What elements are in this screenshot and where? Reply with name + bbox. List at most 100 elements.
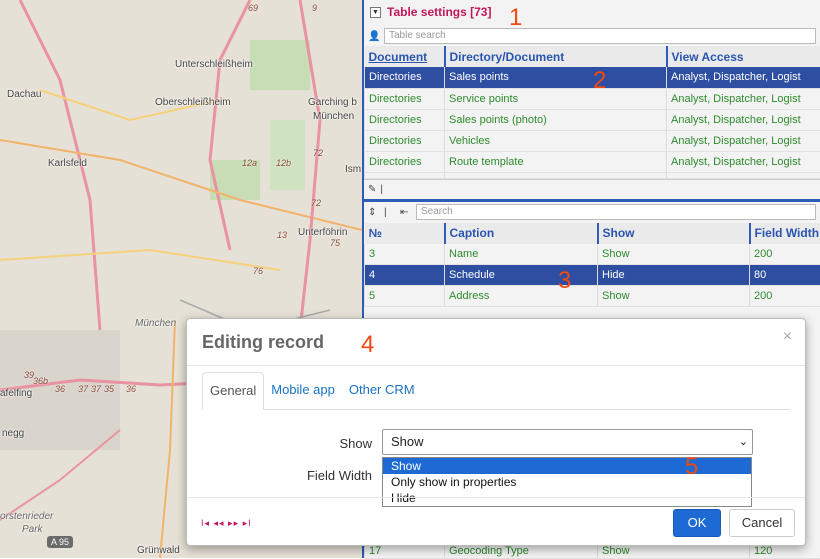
sort-icon[interactable]: ⇕ [368, 207, 380, 218]
map-label: negg [2, 428, 24, 439]
map-label: Karlsfeld [48, 158, 87, 169]
table-cell: Directories [365, 67, 445, 88]
callout-number: 1 [509, 4, 522, 32]
option-item[interactable]: Hide [383, 490, 751, 506]
callout-number: 2 [593, 67, 606, 95]
table-cell: Directories [365, 151, 445, 172]
fields-table: № Caption Show Field Width 3 Name Show 2… [364, 223, 820, 308]
road-number: 36b [33, 376, 48, 386]
toolbar-divider: | [380, 184, 383, 195]
dialog-title: Editing record [202, 332, 324, 353]
column-header[interactable]: View Access [667, 46, 820, 67]
table-cell: Hide [598, 265, 750, 286]
close-icon[interactable]: × [783, 328, 792, 346]
documents-table: Document Directory/Document View Access … [364, 46, 820, 179]
road-number: 76 [253, 266, 263, 276]
table-cell: Geocoding Type [445, 544, 598, 558]
table-row[interactable] [365, 172, 820, 178]
table-cell: 17 [365, 544, 445, 558]
table-cell: 4 [365, 265, 445, 286]
divider [187, 365, 805, 366]
road-number: 36 [126, 384, 136, 394]
road-number: 75 [330, 238, 340, 248]
panel-title: Table settings [73] [387, 5, 491, 19]
table-settings-header: ▼ Table settings [73] [364, 0, 820, 24]
table-cell: Analyst, Dispatcher, Logist [667, 67, 820, 88]
map-label: Oberschleißheim [155, 97, 231, 108]
map-label: Garching b [308, 97, 357, 108]
table-cell: Service points [445, 88, 667, 109]
map-label: Grünwald [137, 545, 180, 556]
road-number: 12b [276, 158, 291, 168]
road-number: 12a [242, 158, 257, 168]
table-cell: Schedule [445, 265, 598, 286]
tab-other-crm[interactable]: Other CRM [342, 372, 422, 409]
table-cell: Address [445, 286, 598, 307]
road-number: 37 [91, 384, 101, 394]
table-cell: Vehicles [445, 130, 667, 151]
select-value: Show [391, 434, 424, 449]
field-width-label: Field Width [292, 468, 372, 483]
callout-number: 3 [558, 267, 571, 295]
table-cell: 5 [365, 286, 445, 307]
table-row[interactable]: Directories Vehicles Analyst, Dispatcher… [365, 130, 820, 151]
map-label: Ism [345, 164, 361, 175]
fields-search-input[interactable]: Search [416, 204, 816, 220]
cancel-button[interactable]: Cancel [729, 509, 795, 537]
table-cell: Directories [365, 109, 445, 130]
tab-general[interactable]: General [202, 372, 264, 410]
documents-toolbar: ✎| [364, 179, 820, 199]
table-row[interactable]: 4 Schedule Hide 80 [365, 265, 820, 286]
column-header[interactable]: Directory/Document [445, 46, 667, 67]
table-row[interactable]: Directories Sales points (photo) Analyst… [365, 109, 820, 130]
road-number: 13 [277, 230, 287, 240]
callout-number: 5 [685, 453, 698, 481]
tab-mobile-app[interactable]: Mobile app [264, 372, 342, 409]
map-label: München [313, 111, 354, 122]
table-row[interactable]: Directories Route template Analyst, Disp… [365, 151, 820, 172]
map-label: afelfing [0, 388, 32, 399]
table-cell: Show [598, 544, 750, 558]
road-number: 9 [312, 3, 317, 13]
table-row[interactable]: 17 Geocoding Type Show 120 [365, 544, 820, 558]
toolbar-divider: | [384, 207, 396, 218]
highway-shield: A 95 [47, 536, 73, 548]
road-number: 69 [248, 3, 258, 13]
fields-search-row: ⇕ | ⇤ Search [364, 202, 820, 223]
table-cell: Directories [365, 130, 445, 151]
user-filter-icon[interactable]: 👤 [368, 31, 380, 42]
road-number: 35 [104, 384, 114, 394]
map-label: orstenrieder [0, 511, 53, 522]
map-label: Park [22, 524, 43, 535]
first-page-icon[interactable]: ⇤ [400, 207, 412, 218]
table-cell: Sales points (photo) [445, 109, 667, 130]
chevron-down-icon: ⌄ [739, 430, 748, 454]
table-cell: Analyst, Dispatcher, Logist [667, 109, 820, 130]
edit-icon[interactable]: ✎ [368, 184, 376, 195]
table-row[interactable]: 5 Address Show 200 [365, 286, 820, 307]
column-header[interactable]: Field Width [750, 223, 820, 244]
map-label: Dachau [7, 89, 41, 100]
table-cell: Sales points [445, 67, 667, 88]
record-pager[interactable]: I◂ ◂◂ ▸▸ ▸I [201, 518, 252, 529]
column-header[interactable]: Document [365, 46, 445, 67]
table-search-input[interactable]: Table search [384, 28, 816, 44]
column-header[interactable]: Show [598, 223, 750, 244]
table-cell: 3 [365, 244, 445, 265]
table-cell: Show [598, 244, 750, 265]
table-cell: 80 [750, 265, 820, 286]
column-header[interactable]: Caption [445, 223, 598, 244]
road-number: 37 [78, 384, 88, 394]
table-row[interactable]: 3 Name Show 200 [365, 244, 820, 265]
fields-table-bottom: 17 Geocoding Type Show 120 [364, 544, 820, 559]
show-label: Show [292, 436, 372, 451]
column-header[interactable]: № [365, 223, 445, 244]
table-cell: Name [445, 244, 598, 265]
table-cell: Analyst, Dispatcher, Logist [667, 88, 820, 109]
table-cell: Analyst, Dispatcher, Logist [667, 151, 820, 172]
table-cell: 200 [750, 286, 820, 307]
road-number: 72 [313, 148, 323, 158]
show-select[interactable]: Show ⌄ [382, 429, 753, 455]
collapse-toggle-icon[interactable]: ▼ [370, 7, 381, 18]
ok-button[interactable]: OK [673, 509, 721, 537]
